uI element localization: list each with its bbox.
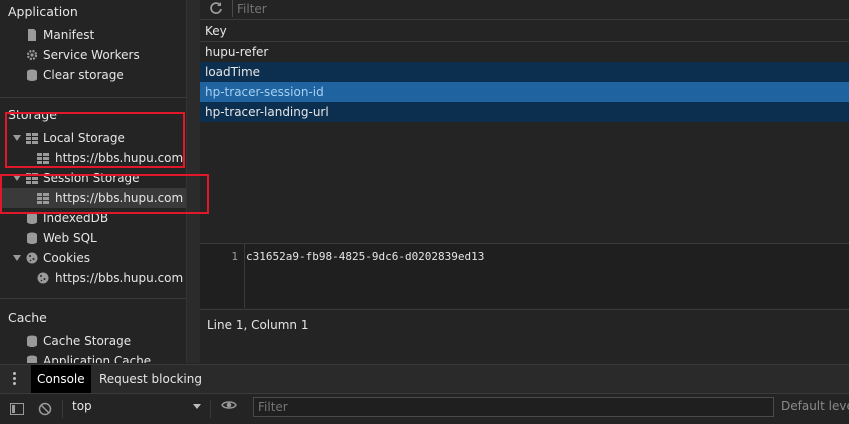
table-icon bbox=[26, 133, 38, 144]
sidebar-toggle-icon[interactable] bbox=[10, 402, 24, 416]
sidebar-item-label: Web SQL bbox=[43, 231, 97, 245]
cookie-icon bbox=[26, 252, 38, 264]
table-row-selected[interactable]: hp-tracer-session-id bbox=[200, 82, 849, 102]
console-toolbar: top Default levels bbox=[0, 393, 849, 424]
row-key: hp-tracer-session-id bbox=[205, 85, 324, 99]
table-empty-area bbox=[200, 123, 849, 243]
console-filter-input[interactable] bbox=[254, 398, 772, 416]
tab-console[interactable]: Console bbox=[31, 365, 91, 393]
sidebar-item-local-storage[interactable]: Local Storage bbox=[0, 128, 186, 148]
gear-icon bbox=[26, 49, 38, 61]
database-icon bbox=[27, 232, 37, 244]
sidebar-divider bbox=[0, 97, 186, 98]
sidebar-item-label: Application Cache bbox=[43, 354, 152, 363]
sidebar-item-indexeddb[interactable]: IndexedDB bbox=[0, 208, 186, 228]
sidebar-item-application-cache[interactable]: Application Cache bbox=[0, 351, 186, 363]
sidebar-item-service-workers[interactable]: Service Workers bbox=[0, 45, 186, 65]
row-key: hp-tracer-landing-url bbox=[205, 105, 329, 119]
application-section-title: Application bbox=[8, 4, 78, 19]
sidebar-item-cache-storage[interactable]: Cache Storage bbox=[0, 331, 186, 351]
database-icon bbox=[27, 355, 37, 363]
sidebar-item-clear-storage[interactable]: Clear storage bbox=[0, 65, 186, 85]
expand-arrow-icon[interactable] bbox=[13, 135, 21, 141]
sidebar-item-label: Service Workers bbox=[43, 48, 140, 62]
sidebar-item-cookies[interactable]: Cookies bbox=[0, 248, 186, 268]
toolbar-divider bbox=[62, 400, 63, 418]
storage-section-title: Storage bbox=[8, 107, 57, 122]
table-row[interactable]: hp-tracer-landing-url bbox=[200, 102, 849, 122]
cursor-position: Line 1, Column 1 bbox=[207, 318, 309, 332]
eye-icon[interactable] bbox=[221, 398, 237, 412]
sidebar-item-local-storage-origin[interactable]: https://bbs.hupu.com bbox=[0, 148, 186, 168]
sidebar-item-label: Cache Storage bbox=[43, 334, 132, 348]
sidebar-item-session-storage-origin[interactable]: https://bbs.hupu.com bbox=[0, 188, 186, 208]
sidebar-item-label: IndexedDB bbox=[43, 211, 109, 225]
sidebar-item-websql[interactable]: Web SQL bbox=[0, 228, 186, 248]
file-icon bbox=[28, 29, 36, 41]
sidebar-item-cookies-origin[interactable]: https://bbs.hupu.com bbox=[0, 268, 186, 288]
clear-console-icon[interactable] bbox=[38, 402, 52, 416]
storage-filter-input[interactable] bbox=[237, 0, 537, 17]
sidebar-item-label: Clear storage bbox=[43, 68, 124, 82]
line-gutter: 1 bbox=[200, 244, 245, 308]
cache-section-title: Cache bbox=[8, 310, 47, 325]
row-key: hupu-refer bbox=[205, 45, 269, 59]
column-header-key[interactable]: Key bbox=[200, 21, 849, 42]
cookie-icon bbox=[37, 272, 49, 284]
sidebar: Application Manifest Service Workers Cle… bbox=[0, 0, 186, 363]
storage-pane: Key hupu-refer loadTime hp-tracer-sessio… bbox=[200, 0, 849, 363]
line-number: 1 bbox=[231, 250, 238, 263]
refresh-icon[interactable] bbox=[209, 1, 223, 15]
sidebar-item-label: https://bbs.hupu.com bbox=[55, 191, 184, 205]
row-key: loadTime bbox=[205, 65, 261, 79]
sidebar-item-label: Local Storage bbox=[43, 131, 125, 145]
sidebar-item-manifest[interactable]: Manifest bbox=[0, 25, 186, 45]
log-levels-dropdown[interactable]: Default levels bbox=[781, 394, 849, 418]
sidebar-scrollbar[interactable] bbox=[186, 0, 200, 363]
expand-arrow-icon[interactable] bbox=[13, 175, 21, 181]
database-icon bbox=[27, 335, 37, 347]
table-icon bbox=[26, 173, 38, 184]
context-selector[interactable]: top bbox=[72, 394, 92, 418]
toolbar-divider bbox=[210, 400, 211, 418]
sidebar-item-label: https://bbs.hupu.com bbox=[55, 151, 184, 165]
drawer-tabbar: Console Request blocking bbox=[0, 364, 849, 393]
sidebar-item-label: Manifest bbox=[43, 28, 95, 42]
expand-arrow-icon[interactable] bbox=[13, 255, 21, 261]
tab-request-blocking[interactable]: Request blocking bbox=[93, 365, 208, 393]
table-icon bbox=[37, 193, 49, 204]
value-text[interactable]: c31652a9-fb98-4825-9dc6-d0202839ed13 bbox=[246, 250, 484, 263]
table-row[interactable]: loadTime bbox=[200, 62, 849, 82]
sidebar-item-label: Cookies bbox=[43, 251, 90, 265]
table-icon bbox=[37, 153, 49, 164]
database-icon bbox=[27, 69, 37, 81]
storage-toolbar bbox=[200, 0, 849, 20]
chevron-down-icon[interactable] bbox=[193, 404, 201, 409]
column-header-label: Key bbox=[205, 24, 227, 38]
status-bar: Line 1, Column 1 bbox=[200, 309, 849, 340]
storage-filter bbox=[232, 0, 849, 17]
value-viewer[interactable]: 1 c31652a9-fb98-4825-9dc6-d0202839ed13 bbox=[200, 244, 849, 308]
sidebar-item-session-storage[interactable]: Session Storage bbox=[0, 168, 186, 188]
console-filter bbox=[253, 397, 774, 417]
sidebar-item-label: https://bbs.hupu.com bbox=[55, 271, 184, 285]
more-options-icon[interactable] bbox=[13, 372, 17, 386]
sidebar-item-label: Session Storage bbox=[43, 171, 140, 185]
sidebar-divider bbox=[0, 298, 186, 299]
table-row[interactable]: hupu-refer bbox=[200, 42, 849, 62]
database-icon bbox=[27, 212, 37, 224]
